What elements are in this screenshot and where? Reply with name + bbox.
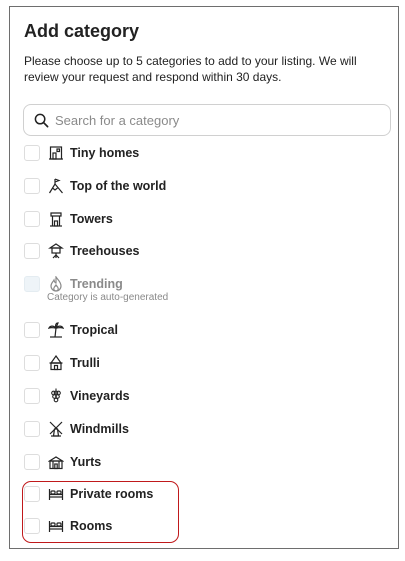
category-label: Tiny homes bbox=[70, 146, 140, 160]
category-label: Trulli bbox=[70, 356, 100, 370]
category-label: Vineyards bbox=[70, 389, 130, 403]
category-windmills[interactable]: Windmills bbox=[24, 418, 129, 440]
highlight-annotation bbox=[22, 481, 179, 543]
category-label: Trending bbox=[70, 277, 123, 291]
checkbox[interactable] bbox=[24, 421, 40, 437]
search-icon bbox=[34, 113, 49, 127]
trullo-icon bbox=[48, 355, 64, 371]
checkbox[interactable] bbox=[24, 322, 40, 338]
checkbox[interactable] bbox=[24, 243, 40, 259]
checkbox[interactable] bbox=[24, 178, 40, 194]
category-treehouses[interactable]: Treehouses bbox=[24, 240, 139, 262]
category-top-of-the-world[interactable]: Top of the world bbox=[24, 175, 166, 197]
palm-tree-icon bbox=[48, 322, 64, 338]
checkbox[interactable] bbox=[24, 211, 40, 227]
grapes-icon bbox=[48, 388, 64, 404]
mountain-summit-icon bbox=[48, 178, 64, 194]
tiny-home-icon bbox=[48, 145, 64, 161]
checkbox[interactable] bbox=[24, 355, 40, 371]
search-input[interactable] bbox=[55, 112, 355, 128]
category-label: Tropical bbox=[70, 323, 118, 337]
category-label: Towers bbox=[70, 212, 113, 226]
windmill-icon bbox=[48, 421, 64, 437]
category-towers[interactable]: Towers bbox=[24, 208, 113, 230]
category-yurts[interactable]: Yurts bbox=[24, 451, 101, 473]
category-note: Category is auto-generated bbox=[47, 292, 169, 303]
category-vineyards[interactable]: Vineyards bbox=[24, 385, 130, 407]
tower-icon bbox=[48, 211, 64, 227]
dialog-description: Please choose up to 5 categories to add … bbox=[24, 54, 357, 84]
category-label: Windmills bbox=[70, 422, 129, 436]
checkbox[interactable] bbox=[24, 388, 40, 404]
treehouse-icon bbox=[48, 243, 64, 259]
yurt-icon bbox=[48, 454, 64, 470]
checkbox[interactable] bbox=[24, 454, 40, 470]
category-label: Top of the world bbox=[70, 179, 167, 193]
add-category-dialog: Add category Please choose up to 5 categ… bbox=[9, 6, 399, 549]
search-box[interactable] bbox=[23, 104, 391, 136]
dialog-title: Add category bbox=[24, 21, 140, 41]
category-label: Treehouses bbox=[70, 244, 140, 258]
checkbox[interactable] bbox=[24, 145, 40, 161]
category-trulli[interactable]: Trulli bbox=[24, 352, 100, 374]
flame-icon bbox=[48, 276, 64, 292]
category-tiny-homes[interactable]: Tiny homes bbox=[24, 142, 139, 164]
category-tropical[interactable]: Tropical bbox=[24, 319, 118, 341]
checkbox-disabled bbox=[24, 276, 40, 292]
category-label: Yurts bbox=[70, 455, 102, 469]
